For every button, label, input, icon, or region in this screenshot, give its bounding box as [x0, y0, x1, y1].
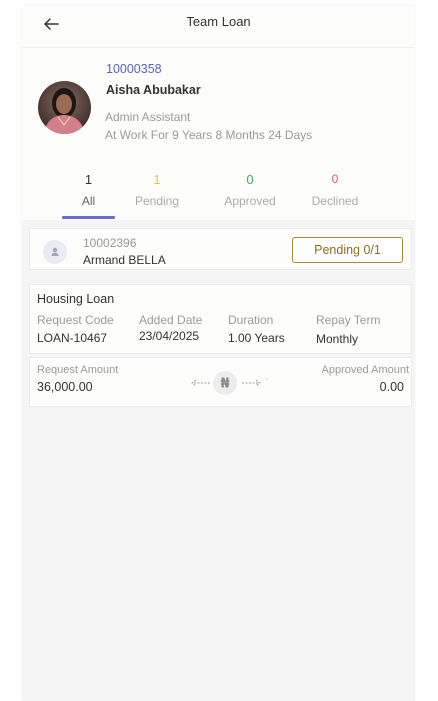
added-date-label: Added Date: [139, 313, 203, 327]
request-amount-value: 36,000.00: [37, 380, 93, 394]
avatar: [38, 81, 91, 134]
staff-role: Admin Assistant: [105, 110, 191, 124]
staff-tenure: At Work For 9 Years 8 Months 24 Days: [105, 128, 313, 142]
naira-transfer-icon: ₦: [191, 371, 268, 395]
page-title: Team Loan: [186, 14, 251, 29]
user-icon: [43, 240, 67, 264]
employee-name: Armand BELLA: [83, 253, 166, 267]
employee-card[interactable]: 10002396 Armand BELLA Pending 0/1: [29, 228, 412, 270]
tab-declined[interactable]: 0 Declined: [304, 172, 366, 208]
active-tab-indicator: [62, 216, 115, 219]
approved-amount-label: Approved Amount: [321, 364, 409, 376]
added-date-value: 23/04/2025: [139, 329, 200, 343]
staff-id: 10000358: [106, 62, 162, 76]
duration-value: 1.00 Years: [228, 331, 285, 345]
loan-type: Housing Loan: [37, 292, 115, 306]
duration-label: Duration: [228, 313, 274, 327]
tab-all-count: 1: [84, 172, 93, 187]
pending-status-button[interactable]: Pending 0/1: [292, 237, 403, 263]
tab-all-label: All: [81, 194, 96, 208]
app-screen: Team Loan 10000358 Aisha Abubakar Admin …: [22, 6, 415, 701]
request-code-value: LOAN-10467: [37, 331, 108, 345]
request-amount-label: Request Amount: [37, 364, 119, 376]
repay-term-value: Monthly: [316, 332, 359, 346]
tab-pending-count: 1: [153, 172, 161, 187]
staff-name: Aisha Abubakar: [106, 83, 201, 97]
tab-approved-label: Approved: [224, 194, 276, 208]
app-header: Team Loan: [22, 6, 415, 48]
tab-pending[interactable]: 1 Pending: [126, 172, 188, 208]
tab-approved-count: 0: [246, 172, 254, 187]
tab-declined-count: 0: [331, 172, 339, 186]
profile-section: 10000358 Aisha Abubakar Admin Assistant …: [22, 48, 415, 220]
tab-all[interactable]: 1 All: [62, 172, 115, 208]
repay-term-label: Repay Term: [316, 313, 381, 327]
tab-pending-label: Pending: [134, 194, 180, 208]
tab-approved[interactable]: 0 Approved: [219, 172, 281, 208]
tab-declined-label: Declined: [311, 194, 359, 208]
employee-id: 10002396: [83, 236, 137, 250]
avatar-image: [38, 81, 91, 134]
amount-card: Request Amount 36,000.00 ₦ Approved Amou…: [29, 357, 412, 407]
status-tabs: 1 All 1 Pending 0 Approved 0 Declined: [22, 168, 415, 220]
svg-text:₦: ₦: [220, 377, 229, 392]
loan-details-card[interactable]: Housing Loan Request Code LOAN-10467 Add…: [29, 284, 412, 354]
request-code-label: Request Code: [37, 313, 114, 327]
approved-amount-value: 0.00: [379, 380, 404, 394]
